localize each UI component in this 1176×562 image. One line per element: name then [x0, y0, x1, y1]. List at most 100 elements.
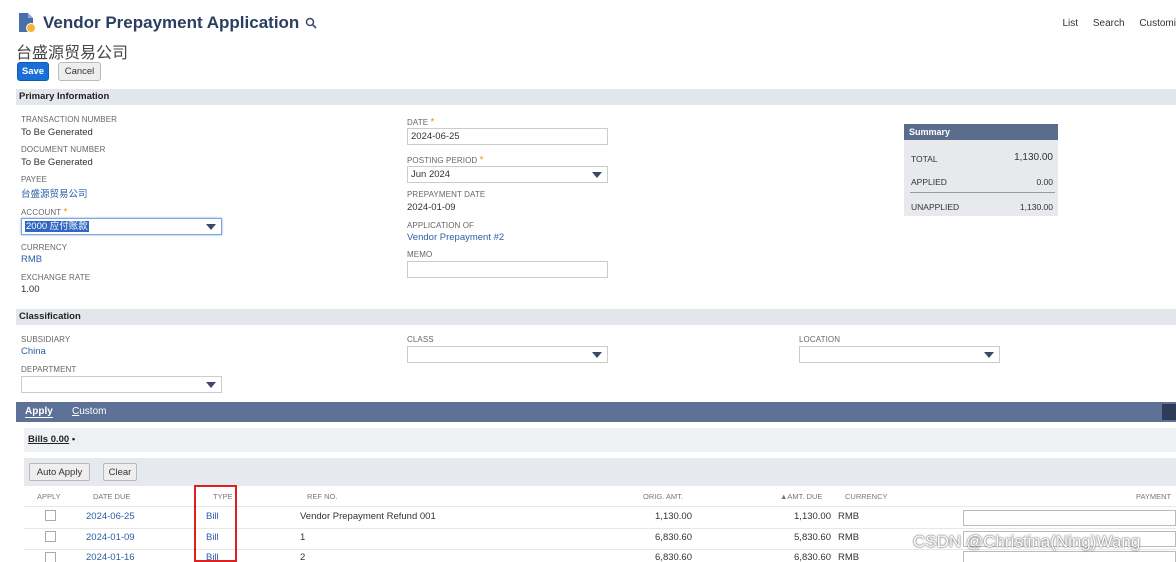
dropdown-caret-icon [206, 224, 216, 230]
orig-amt-cell: 6,830.60 [655, 552, 692, 562]
exchange-rate-value: 1.00 [21, 284, 40, 295]
application-of-link[interactable]: Vendor Prepayment #2 [407, 232, 504, 243]
location-select[interactable] [799, 346, 1000, 363]
primary-information-header[interactable]: Primary Information [16, 89, 1176, 105]
tab-custom[interactable]: Custom [72, 406, 106, 417]
account-select[interactable]: 2000 应付账款 [21, 218, 222, 235]
date-label: DATE * [407, 117, 434, 128]
save-button[interactable]: Save [17, 62, 49, 81]
account-label: ACCOUNT * [21, 207, 67, 218]
classification-header[interactable]: Classification [16, 309, 1176, 325]
posting-period-value: Jun 2024 [411, 169, 451, 180]
list-options-icon[interactable] [1162, 404, 1176, 420]
posting-period-label-text: POSTING PERIOD [407, 156, 478, 165]
column-orig-amt[interactable]: ORIG. AMT. [643, 492, 683, 501]
application-of-label: APPLICATION OF [407, 221, 475, 230]
ref-no-cell: 2 [300, 552, 306, 562]
bills-dot: • [71, 434, 76, 445]
auto-apply-button[interactable]: Auto Apply [29, 463, 90, 481]
watermark: CSDN @Christina(Ning)Wang [913, 532, 1141, 551]
currency-value[interactable]: RMB [21, 254, 42, 265]
document-number-value: To Be Generated [21, 157, 93, 168]
currency-label: CURRENCY [21, 243, 68, 252]
posting-period-select[interactable]: Jun 2024 [407, 166, 608, 183]
summary-applied-label: APPLIED [911, 177, 947, 187]
location-label: LOCATION [799, 335, 841, 344]
bills-label: Bills 0.00 [28, 434, 70, 445]
summary-unapplied-label: UNAPPLIED [911, 202, 960, 212]
summary-divider [910, 192, 1055, 193]
bills-toolbar: Auto Apply Clear [24, 458, 1176, 486]
tab-apply[interactable]: Apply [25, 406, 53, 418]
dropdown-caret-icon [592, 172, 602, 178]
search-link[interactable]: Search [1093, 18, 1125, 29]
currency-cell: RMB [838, 552, 860, 562]
department-select[interactable] [21, 376, 222, 393]
currency-cell: RMB [838, 511, 860, 522]
subsidiary-value[interactable]: China [21, 346, 46, 357]
cancel-button[interactable]: Cancel [58, 62, 101, 81]
summary-unapplied-value: 1,130.00 [1019, 202, 1053, 212]
search-icon[interactable] [305, 17, 317, 29]
bills-subtab-area: Bills 0.00 • [24, 428, 1176, 452]
date-due-link[interactable]: 2024-01-16 [86, 552, 135, 562]
column-apply[interactable]: APPLY [37, 492, 61, 501]
transaction-number-label: TRANSACTION NUMBER [21, 115, 118, 124]
ref-no-cell: Vendor Prepayment Refund 001 [300, 511, 436, 522]
exchange-rate-label: EXCHANGE RATE [21, 273, 91, 282]
orig-amt-cell: 1,130.00 [655, 511, 692, 522]
payment-input[interactable] [963, 510, 1176, 526]
prepayment-date-value: 2024-01-09 [407, 202, 456, 213]
date-input[interactable]: 2024-06-25 [407, 128, 608, 145]
dropdown-caret-icon [206, 382, 216, 388]
customize-link[interactable]: Customi [1139, 18, 1176, 29]
column-amt-due[interactable]: ▲AMT. DUE [780, 492, 822, 501]
summary-total-label: TOTAL [911, 154, 938, 164]
column-currency[interactable]: CURRENCY [845, 492, 888, 501]
class-label: CLASS [407, 335, 434, 344]
column-ref-no[interactable]: REF NO. [307, 492, 337, 501]
payee-label: PAYEE [21, 175, 47, 184]
apply-checkbox[interactable] [45, 531, 56, 542]
memo-input[interactable] [407, 261, 608, 278]
vendor-document-icon [19, 13, 36, 33]
required-mark: * [63, 207, 68, 218]
required-mark: * [479, 155, 484, 166]
payee-link[interactable]: 台盛源贸易公司 [21, 186, 88, 200]
list-link[interactable]: List [1063, 18, 1079, 29]
tab-custom-rest: ustom [79, 406, 107, 417]
transaction-number-value: To Be Generated [21, 127, 93, 138]
dropdown-caret-icon [984, 352, 994, 358]
clear-button[interactable]: Clear [103, 463, 137, 481]
subtab-bills[interactable]: Bills 0.00 • [28, 434, 75, 445]
account-value: 2000 应付账款 [25, 221, 89, 232]
amt-due-cell: 5,830.60 [794, 532, 831, 543]
memo-label: MEMO [407, 250, 433, 259]
orig-amt-cell: 6,830.60 [655, 532, 692, 543]
ref-no-cell: 1 [300, 532, 306, 543]
type-column-highlight [194, 485, 237, 562]
posting-period-label: POSTING PERIOD * [407, 155, 484, 166]
class-select[interactable] [407, 346, 608, 363]
column-date-due[interactable]: DATE DUE [93, 492, 130, 501]
amt-due-cell: 6,830.60 [794, 552, 831, 562]
required-mark: * [430, 117, 435, 128]
column-payment[interactable]: PAYMENT [1136, 492, 1171, 501]
record-subtitle: 台盛源贸易公司 [16, 45, 129, 62]
subtab-bar: Apply Custom [16, 402, 1176, 422]
page-title: Vendor Prepayment Application [43, 13, 300, 32]
summary-applied-value: 0.00 [1036, 177, 1053, 187]
summary-total-value: 1,130.00 [1014, 152, 1053, 163]
top-links: List Search Customi [1051, 18, 1176, 29]
document-number-label: DOCUMENT NUMBER [21, 145, 106, 154]
apply-checkbox[interactable] [45, 552, 56, 562]
payment-input[interactable] [963, 551, 1176, 562]
currency-cell: RMB [838, 532, 860, 543]
apply-checkbox[interactable] [45, 510, 56, 521]
department-label: DEPARTMENT [21, 365, 77, 374]
date-due-link[interactable]: 2024-06-25 [86, 511, 135, 522]
summary-panel: Summary TOTAL 1,130.00 APPLIED 0.00 UNAP… [904, 124, 1058, 216]
amt-due-cell: 1,130.00 [794, 511, 831, 522]
date-label-text: DATE [407, 118, 429, 127]
date-due-link[interactable]: 2024-01-09 [86, 532, 135, 543]
